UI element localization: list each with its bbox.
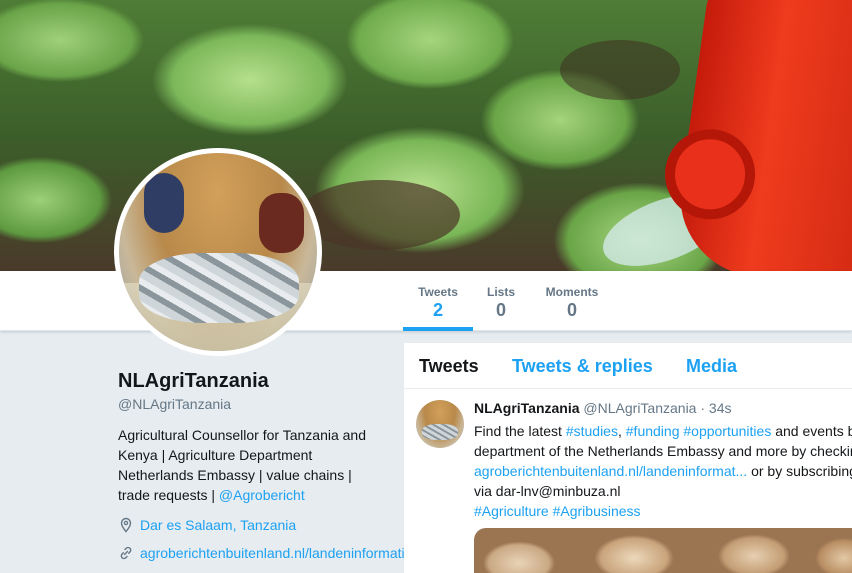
tab-media[interactable]: Media	[686, 356, 737, 377]
profile-location[interactable]: Dar es Salaam, Tanzania	[118, 517, 398, 533]
profile-handle[interactable]: @NLAgriTanzania	[118, 396, 398, 412]
nav-moments[interactable]: Moments 0	[540, 271, 604, 331]
nav-tweets-count: 2	[432, 300, 443, 320]
profile-card: NLAgriTanzania @NLAgriTanzania Agricultu…	[118, 370, 412, 561]
nav-tweets-label: Tweets	[418, 285, 458, 299]
tweet-timestamp[interactable]: 34s	[709, 400, 732, 416]
tweet-author-name[interactable]: NLAgriTanzania	[474, 400, 580, 416]
tweet-comma: ,	[617, 423, 622, 439]
link-icon	[118, 545, 134, 561]
tweet-text: Find the latest #studies, #funding #oppo…	[474, 421, 852, 521]
hashtag-studies[interactable]: #studies	[566, 423, 618, 439]
profile-website-link: agroberichtenbuitenland.nl/landeninforma…	[140, 545, 413, 561]
tweet-text-segment: or by subscribing	[751, 463, 852, 479]
banner-bucket	[659, 0, 852, 271]
tweet-header: NLAgriTanzania @NLAgriTanzania · 34s	[474, 400, 732, 416]
nav-lists[interactable]: Lists 0	[481, 271, 521, 331]
hashtag-opportunities[interactable]: #opportunities	[683, 423, 771, 439]
tweet-author-handle[interactable]: @NLAgriTanzania	[583, 400, 696, 416]
location-pin-icon	[118, 517, 134, 533]
nav-lists-count: 0	[495, 300, 506, 320]
banner-soil	[300, 180, 460, 250]
hashtag-agriculture[interactable]: #Agriculture	[474, 503, 549, 519]
hashtag-agribusiness[interactable]: #Agribusiness	[553, 503, 641, 519]
tweet-text-segment: Find the latest	[474, 423, 562, 439]
tweet-text-segment: via dar-lnv@minbuza.nl	[474, 483, 621, 499]
nav-tweets[interactable]: Tweets 2	[403, 271, 473, 331]
tweet-text-segment: and events by the	[775, 423, 852, 439]
profile-bio-link[interactable]: @Agrobericht	[219, 487, 305, 503]
tweet-link[interactable]: agroberichtenbuitenland.nl/landeninforma…	[474, 463, 747, 479]
banner-soil	[560, 40, 680, 100]
tweet-dot: ·	[700, 400, 706, 416]
nav-moments-label: Moments	[545, 285, 599, 299]
timeline: Tweets Tweets & replies Media NLAgriTanz…	[404, 343, 852, 573]
tab-tweets-and-replies[interactable]: Tweets & replies	[512, 356, 653, 377]
profile-name[interactable]: NLAgriTanzania	[118, 370, 398, 393]
profile-website[interactable]: agroberichtenbuitenland.nl/landeninforma…	[118, 545, 412, 561]
tab-tweets[interactable]: Tweets	[419, 356, 479, 377]
profile-location-text: Dar es Salaam, Tanzania	[140, 517, 297, 533]
nav-lists-label: Lists	[486, 285, 515, 299]
tweet-media-image[interactable]	[474, 528, 852, 573]
profile-bio: Agricultural Counsellor for Tanzania and…	[118, 425, 378, 505]
tweet-text-segment: department of the Netherlands Embassy an…	[474, 443, 852, 459]
timeline-tabs: Tweets Tweets & replies Media	[404, 343, 852, 389]
hashtag-funding[interactable]: #funding	[626, 423, 680, 439]
nav-moments-count: 0	[566, 300, 577, 320]
profile-avatar[interactable]	[114, 148, 322, 356]
tweet-avatar[interactable]	[416, 400, 464, 448]
